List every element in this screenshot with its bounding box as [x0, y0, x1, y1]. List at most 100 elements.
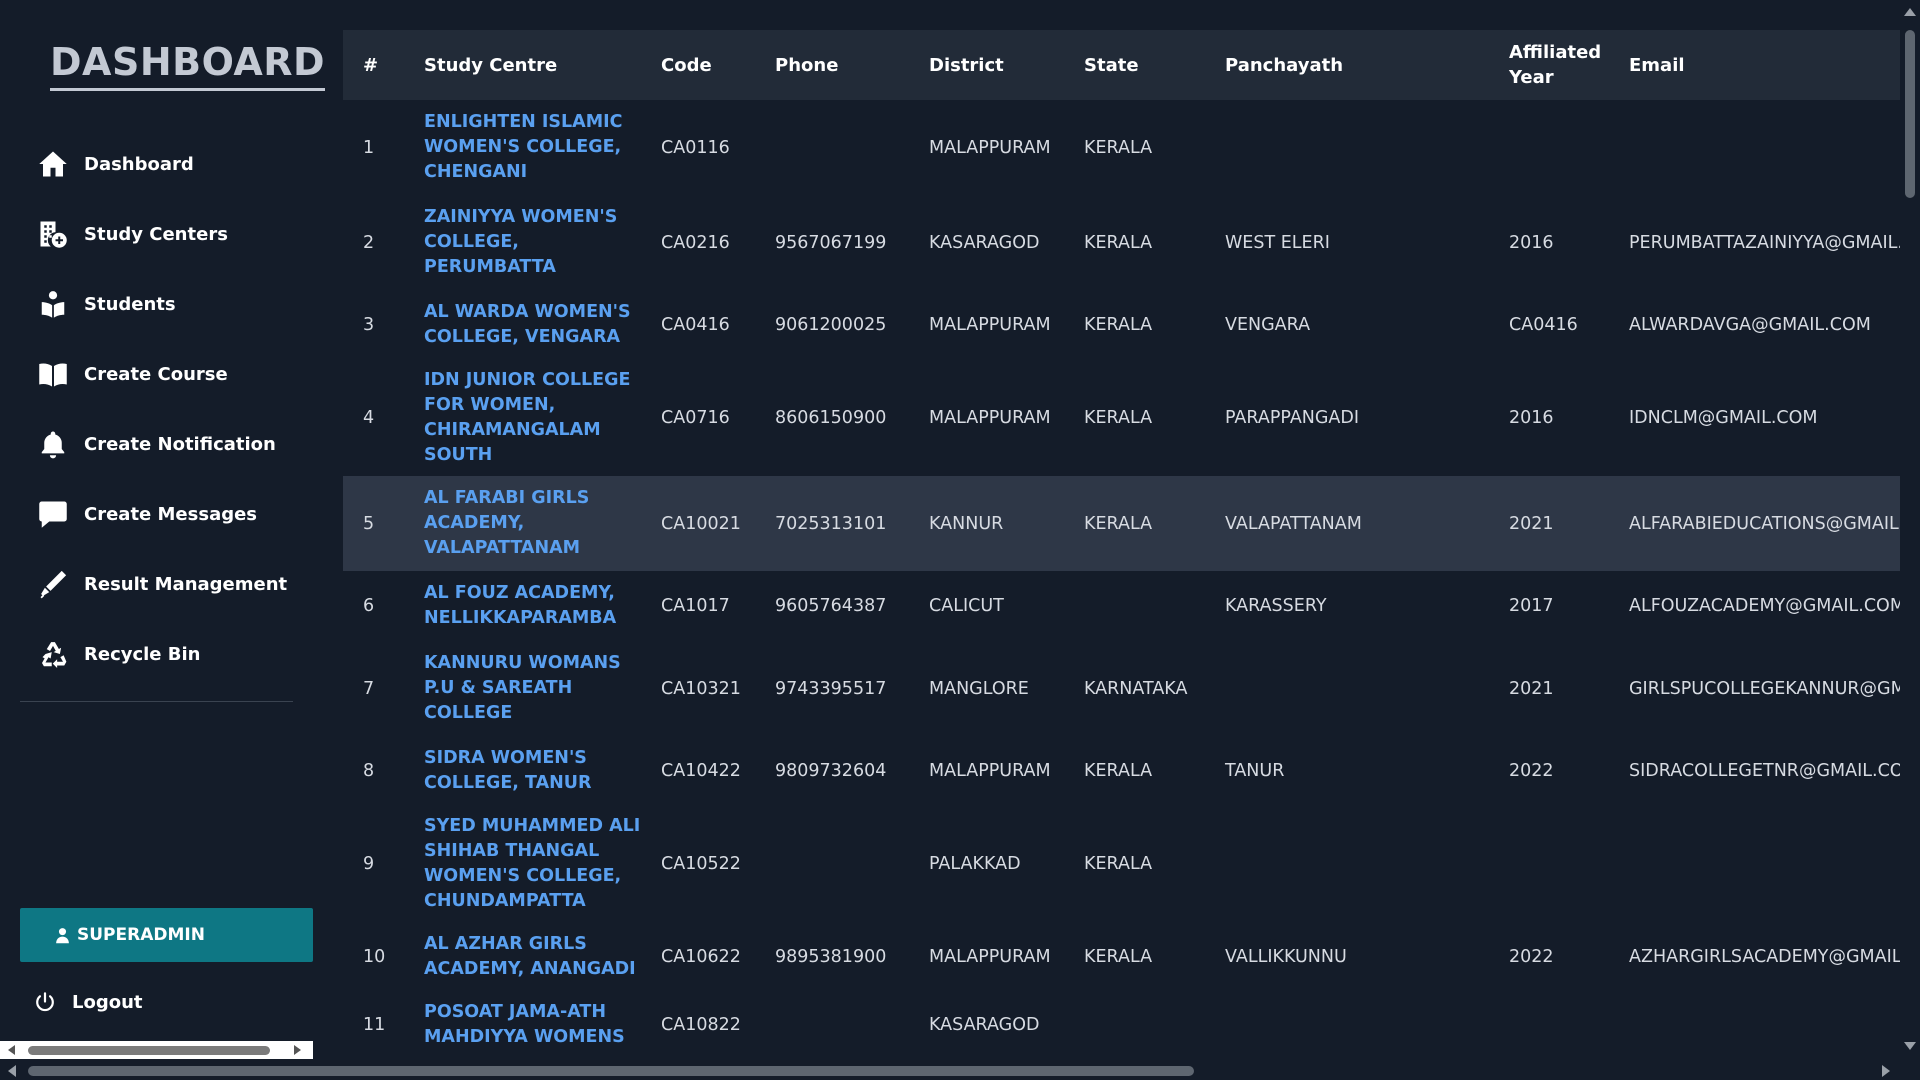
- study-centre-link[interactable]: AL AZHAR GIRLS ACADEMY, ANANGADI: [404, 922, 641, 992]
- affiliated-year-cell: 2021: [1509, 678, 1554, 699]
- scroll-left-arrow[interactable]: [8, 1065, 16, 1077]
- column-header-email[interactable]: Email: [1609, 30, 1900, 100]
- sidebar-item-label: Recycle Bin: [84, 643, 201, 665]
- vertical-scrollbar-thumb[interactable]: [1905, 30, 1915, 198]
- phone-cell: 7025313101: [775, 513, 887, 534]
- table-row[interactable]: 8 SIDRA WOMEN'S COLLEGE, TANUR CA10422 9809…: [343, 736, 1900, 806]
- phone-cell: [755, 992, 909, 1058]
- vertical-scrollbar[interactable]: [1900, 0, 1920, 1061]
- panchayath-cell: [1205, 992, 1489, 1058]
- affiliated-year-cell: 2022: [1509, 947, 1554, 967]
- sidebar: DASHBOARD Dashboard Study Centers Studen…: [0, 0, 326, 1080]
- district-cell: CALICUT: [929, 596, 1004, 616]
- panchayath-cell: VALLIKKUNNU: [1225, 947, 1347, 967]
- sidebar-item-create-course[interactable]: Create Course: [38, 354, 228, 394]
- students-icon: [41, 291, 65, 318]
- sidebar-item-result-management[interactable]: Result Management: [38, 564, 287, 604]
- study-centre-link[interactable]: SYED MUHAMMED ALI SHIHAB THANGAL WOMEN'S…: [404, 806, 641, 922]
- district-cell: MANGLORE: [929, 678, 1029, 699]
- row-number-cell: 2: [363, 232, 375, 253]
- table-row[interactable]: 1 ENLIGHTEN ISLAMIC WOMEN'S COLLEGE, CHEN…: [343, 100, 1900, 195]
- book-icon: [39, 363, 67, 387]
- column-header-panchayath[interactable]: Panchayath: [1205, 30, 1489, 100]
- study-centre-link[interactable]: IDN JUNIOR COLLEGE FOR WOMEN, CHIRAMANGA…: [404, 360, 641, 476]
- code-cell: CA0416: [661, 315, 730, 335]
- table-row[interactable]: 2 ZAINIYYA WOMEN'S COLLEGE, PERUMBATTA CA0…: [343, 195, 1900, 290]
- column-header-district[interactable]: District: [909, 30, 1064, 100]
- home-icon: [39, 151, 67, 177]
- scroll-down-arrow[interactable]: [1904, 1042, 1916, 1050]
- study-centre-link[interactable]: AL FARABI GIRLS ACADEMY, VALAPATTANAM: [404, 476, 641, 571]
- sidebar-item-label: Result Management: [84, 573, 288, 595]
- state-cell: KERALA: [1084, 408, 1153, 428]
- sidebar-horizontal-scrollbar[interactable]: [0, 1041, 313, 1059]
- sidebar-item-label: Create Notification: [84, 433, 276, 455]
- phone-cell: 9743395517: [775, 678, 887, 699]
- affiliated-year-cell: 2022: [1509, 761, 1554, 781]
- sidebar-item-label: Dashboard: [84, 153, 194, 175]
- scroll-up-arrow[interactable]: [1904, 8, 1916, 16]
- affiliated-year-cell: 2016: [1509, 232, 1554, 253]
- table-row[interactable]: 6 AL FOUZ ACADEMY, NELLIKKAPARAMBA CA1017 9…: [343, 571, 1900, 641]
- scrollbar-thumb[interactable]: [28, 1046, 270, 1055]
- table-row[interactable]: 10 AL AZHAR GIRLS ACADEMY, ANANGADI CA1062…: [343, 922, 1900, 992]
- state-cell: KERALA: [1084, 137, 1153, 158]
- bell-icon: [41, 431, 65, 459]
- table-row[interactable]: 5 AL FARABI GIRLS ACADEMY, VALAPATTANAM CA…: [343, 476, 1900, 571]
- table-header-row: # Study Centre Code Phone District State…: [343, 30, 1900, 100]
- table-row[interactable]: 9 SYED MUHAMMED ALI SHIHAB THANGAL WOMEN'…: [343, 806, 1900, 922]
- column-header-number[interactable]: #: [343, 30, 404, 100]
- column-header-code[interactable]: Code: [641, 30, 755, 100]
- study-centre-link[interactable]: KANNURU WOMANS P.U & SAREATH COLLEGE: [404, 641, 641, 736]
- logout-button[interactable]: Logout: [34, 985, 143, 1019]
- column-header-state[interactable]: State: [1064, 30, 1205, 100]
- study-centre-link[interactable]: ENLIGHTEN ISLAMIC WOMEN'S COLLEGE, CHENG…: [404, 100, 641, 195]
- row-number-cell: 9: [363, 854, 375, 874]
- district-cell: KASARAGOD: [929, 232, 1040, 253]
- affiliated-year-cell: 2021: [1509, 513, 1554, 534]
- district-cell: MALAPPURAM: [929, 761, 1051, 781]
- email-cell: AZHARGIRLSACADEMY@GMAIL.COM: [1629, 947, 1900, 967]
- table-row[interactable]: 4 IDN JUNIOR COLLEGE FOR WOMEN, CHIRAMANG…: [343, 360, 1900, 476]
- table-row[interactable]: 3 AL WARDA WOMEN'S COLLEGE, VENGARA CA0416…: [343, 290, 1900, 360]
- horizontal-scrollbar-thumb[interactable]: [28, 1066, 1194, 1076]
- horizontal-scrollbar[interactable]: [0, 1061, 1920, 1080]
- panchayath-cell: TANUR: [1225, 761, 1285, 781]
- sidebar-item-dashboard[interactable]: Dashboard: [38, 144, 194, 184]
- column-header-study-centre[interactable]: Study Centre: [404, 30, 641, 100]
- state-cell: [1064, 571, 1205, 641]
- panchayath-cell: WEST ELERI: [1225, 232, 1330, 253]
- scroll-left-arrow[interactable]: [8, 1045, 15, 1055]
- email-cell: GIRLSPUCOLLEGEKANNUR@GMAIL.COM: [1629, 678, 1900, 699]
- scroll-right-arrow[interactable]: [294, 1045, 301, 1055]
- superadmin-button[interactable]: SUPERADMIN: [20, 908, 313, 962]
- affiliated-year-cell: 2016: [1509, 408, 1554, 428]
- column-header-affiliated-year[interactable]: Affiliated Year: [1489, 30, 1609, 100]
- row-number-cell: 5: [363, 513, 375, 534]
- email-cell: PERUMBATTAZAINIYYA@GMAIL.COM: [1629, 232, 1900, 253]
- study-centre-link[interactable]: SIDRA WOMEN'S COLLEGE, TANUR: [404, 736, 641, 806]
- sidebar-item-label: Study Centers: [84, 223, 228, 245]
- column-header-phone[interactable]: Phone: [755, 30, 909, 100]
- sidebar-item-study-centers[interactable]: Study Centers: [38, 214, 228, 254]
- study-centre-link[interactable]: AL WARDA WOMEN'S COLLEGE, VENGARA: [404, 290, 641, 360]
- code-cell: CA10021: [661, 513, 741, 534]
- row-number-cell: 1: [363, 137, 375, 158]
- row-number-cell: 6: [363, 596, 375, 616]
- sidebar-item-create-notification[interactable]: Create Notification: [38, 424, 276, 464]
- study-centres-table-container: # Study Centre Code Phone District State…: [343, 30, 1900, 1060]
- email-cell: [1609, 806, 1900, 922]
- email-cell: ALFARABIEDUCATIONS@GMAIL.COM: [1629, 513, 1900, 534]
- sidebar-item-recycle-bin[interactable]: Recycle Bin: [38, 634, 201, 674]
- study-centre-link[interactable]: ZAINIYYA WOMEN'S COLLEGE, PERUMBATTA: [404, 195, 641, 290]
- scroll-right-arrow[interactable]: [1882, 1065, 1890, 1077]
- email-cell: SIDRACOLLEGETNR@GMAIL.COM: [1629, 761, 1900, 781]
- table-row[interactable]: 7 KANNURU WOMANS P.U & SAREATH COLLEGE CA1…: [343, 641, 1900, 736]
- sidebar-item-students[interactable]: Students: [38, 284, 176, 324]
- table-row[interactable]: 11 POSOAT JAMA-ATH MAHDIYYA WOMENS CA10822…: [343, 992, 1900, 1058]
- sidebar-item-create-messages[interactable]: Create Messages: [38, 494, 257, 534]
- study-centre-link[interactable]: AL FOUZ ACADEMY, NELLIKKAPARAMBA: [404, 571, 641, 641]
- brand-title: DASHBOARD: [50, 40, 326, 91]
- study-centre-link[interactable]: POSOAT JAMA-ATH MAHDIYYA WOMENS: [404, 992, 641, 1058]
- email-cell: ALWARDAVGA@GMAIL.COM: [1629, 315, 1871, 335]
